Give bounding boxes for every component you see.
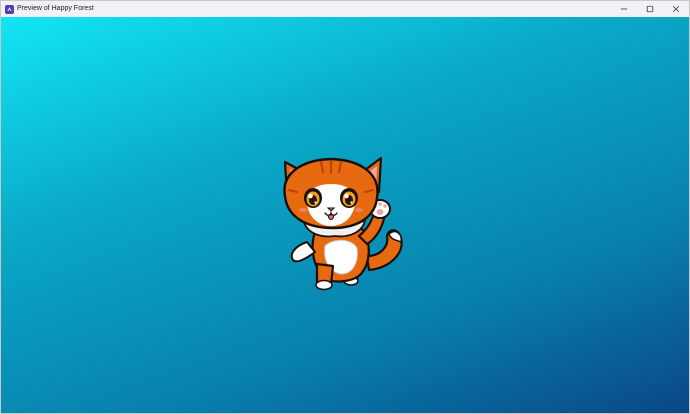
title-bar[interactable]: Preview of Happy Forest — [1, 1, 689, 17]
close-button[interactable] — [663, 1, 689, 17]
maximize-icon — [646, 5, 654, 13]
minimize-icon — [620, 8, 628, 10]
cat-head — [283, 157, 379, 230]
window-controls — [611, 1, 689, 17]
orange-cat-sprite — [283, 156, 403, 291]
minimize-button[interactable] — [611, 1, 637, 17]
preview-window: Preview of Happy Forest — [0, 0, 690, 414]
game-viewport[interactable] — [1, 17, 689, 413]
window-title: Preview of Happy Forest — [17, 5, 94, 12]
app-icon — [5, 4, 14, 14]
maximize-button[interactable] — [637, 1, 663, 17]
close-icon — [672, 5, 680, 13]
